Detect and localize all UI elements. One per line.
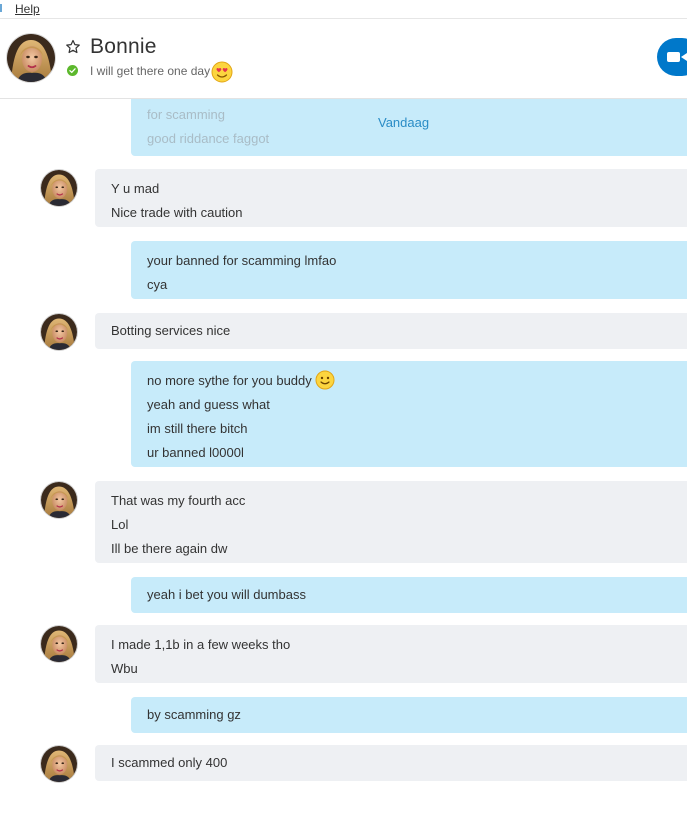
outgoing-message[interactable]: no more sythe for you buddy yeah and gue…: [131, 361, 687, 467]
avatar-image: [41, 482, 77, 518]
message-line: That was my fourth acc: [111, 493, 246, 508]
message-line: Ill be there again dw: [111, 541, 228, 556]
video-call-icon: [667, 52, 687, 62]
message-line: ur banned l0000l: [147, 445, 244, 460]
outgoing-message[interactable]: by scamming gz: [131, 697, 687, 733]
avatar-image: [41, 170, 77, 206]
message-line: by scamming gz: [147, 707, 241, 722]
avatar-image: [41, 314, 77, 350]
help-menu-label: Help: [15, 2, 40, 16]
sender-avatar[interactable]: [41, 746, 77, 782]
incoming-message[interactable]: Y u mad Nice trade with caution: [95, 169, 687, 227]
online-check-icon: [67, 65, 78, 76]
message-line: im still there bitch: [147, 421, 248, 436]
message-line: Y u mad: [111, 181, 160, 196]
message-line: your banned for scamming lmfao: [147, 253, 337, 268]
avatar-image: [41, 626, 77, 662]
message-text: no more sythe for you buddy: [147, 373, 312, 388]
video-call-button[interactable]: [657, 38, 687, 76]
mood-message: I will get there one day: [90, 64, 211, 78]
message-line: I scammed only 400: [111, 755, 228, 770]
incoming-message[interactable]: I made 1,1b in a few weeks tho Wbu: [95, 625, 687, 683]
incoming-message[interactable]: I scammed only 400: [95, 745, 687, 781]
previous-message-line: good riddance faggot: [147, 131, 270, 146]
sender-avatar[interactable]: [41, 314, 77, 350]
contact-name: Bonnie: [90, 35, 157, 58]
message-line: cya: [147, 277, 168, 292]
message-line: I made 1,1b in a few weeks tho: [111, 637, 291, 652]
message-line: Lol: [111, 517, 129, 532]
sender-avatar[interactable]: [41, 170, 77, 206]
message-line: Botting services nice: [111, 323, 231, 338]
help-menu[interactable]: Help: [15, 2, 40, 16]
date-separator: Vandaag: [378, 115, 430, 130]
message-line: yeah and guess what: [147, 397, 270, 412]
in-love-emoji: [211, 61, 233, 83]
window-edge: [0, 4, 2, 12]
menu-bar: Help: [0, 0, 687, 19]
sender-avatar[interactable]: [41, 626, 77, 662]
contact-avatar[interactable]: [7, 34, 55, 82]
message-line: yeah i bet you will dumbass: [147, 587, 306, 602]
outgoing-message[interactable]: your banned for scamming lmfao cya: [131, 241, 687, 299]
conversation-header: Bonnie I will get there one day: [0, 19, 687, 99]
smile-emoji: [315, 370, 335, 390]
incoming-message[interactable]: Botting services nice: [95, 313, 687, 349]
message-line: no more sythe for you buddy: [147, 369, 671, 393]
previous-message-line: for scamming: [147, 107, 226, 122]
chat-history[interactable]: for scamming good riddance faggot Vandaa…: [0, 99, 687, 825]
avatar-image: [41, 746, 77, 782]
sender-avatar[interactable]: [41, 482, 77, 518]
message-line: Wbu: [111, 661, 138, 676]
avatar-image: [7, 34, 55, 82]
incoming-message[interactable]: That was my fourth acc Lol Ill be there …: [95, 481, 687, 563]
star-outline-icon[interactable]: [65, 39, 81, 55]
outgoing-message[interactable]: yeah i bet you will dumbass: [131, 577, 687, 613]
message-line: Nice trade with caution: [111, 205, 243, 220]
